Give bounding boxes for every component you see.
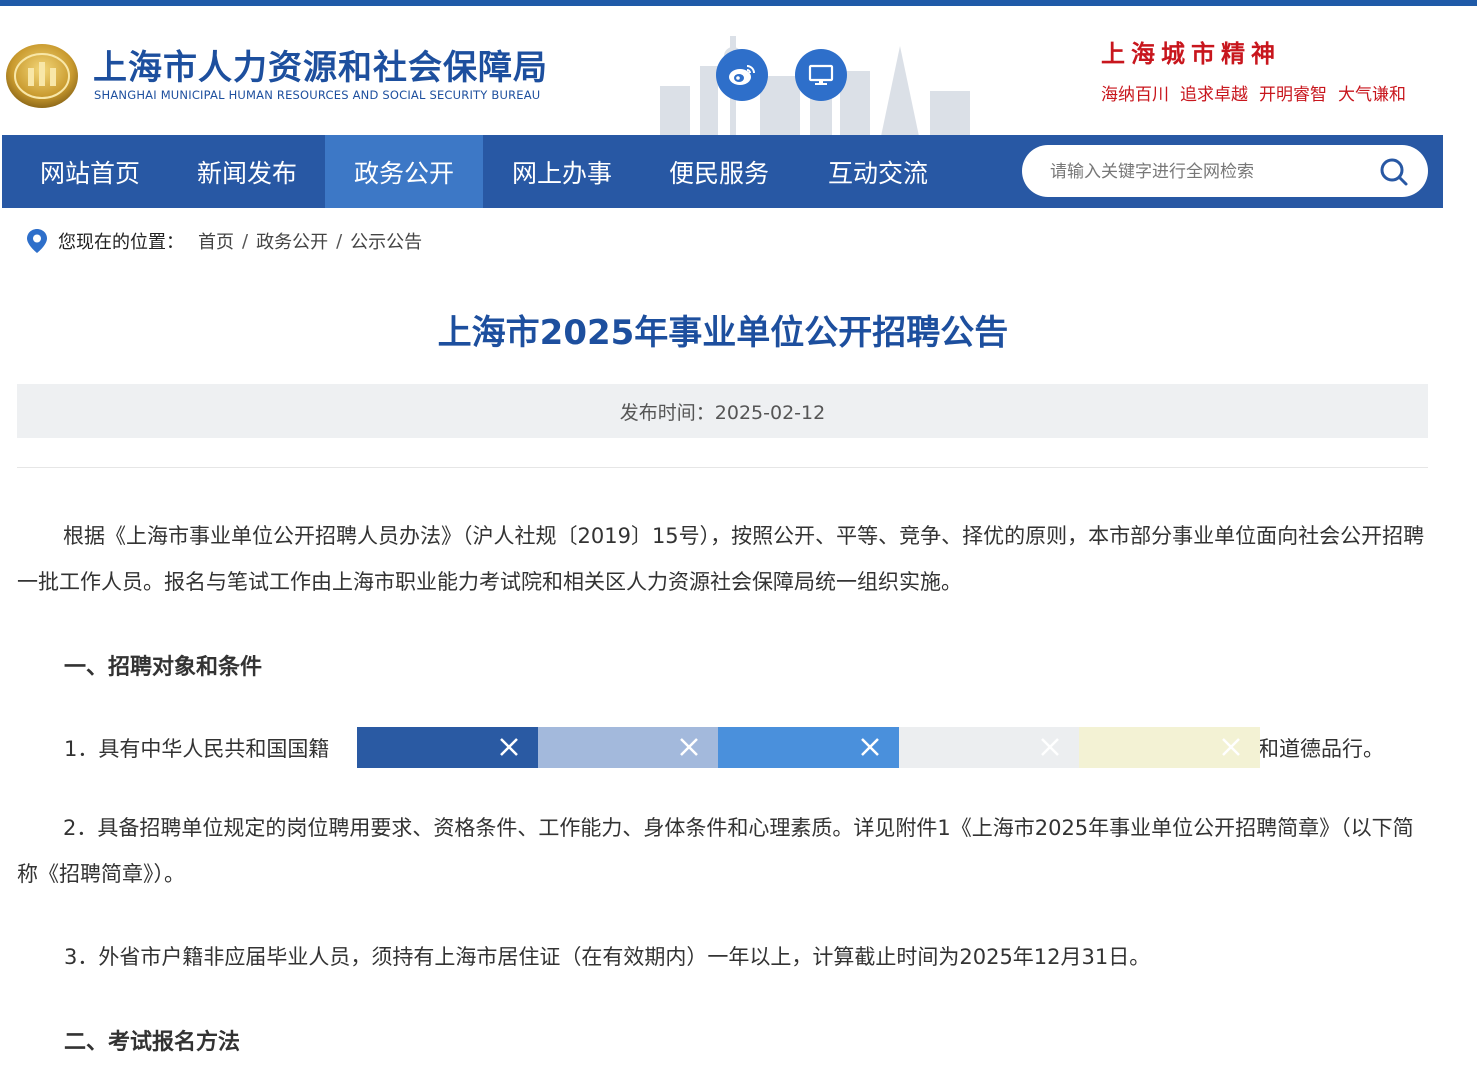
nav-item-gov-affairs[interactable]: 政务公开 [325,135,483,208]
color-swatch[interactable] [537,727,719,768]
condition-item-2: 2．具备招聘单位规定的岗位聘用要求、资格条件、工作能力、身体条件和心理素质。详见… [17,805,1429,897]
breadcrumb-label: 您现在的位置： [58,232,184,253]
city-spirit-title: 上海城市精神 [1101,39,1281,68]
color-swatch[interactable] [718,727,899,768]
monitor-icon [808,64,834,85]
color-swatch[interactable] [357,727,538,768]
search-icon[interactable] [1377,155,1411,189]
bureau-emblem-logo [6,44,78,108]
intro-paragraph: 根据《上海市事业单位公开招聘人员办法》（沪人社规〔2019〕15号），按照公开、… [17,513,1429,605]
spirit-word: 追求卓越 [1180,85,1248,105]
spirit-word: 大气谦和 [1338,85,1406,105]
nav-item-interaction[interactable]: 互动交流 [799,135,957,208]
site-header: 上海市人力资源和社会保障局 SHANGHAI MUNICIPAL HUMAN R… [0,6,1477,141]
condition-item-1-end: 和道德品行。 [1258,737,1384,761]
breadcrumb-announcements[interactable]: 公示公告 [350,228,422,254]
condition-item-3: 3．外省市户籍非应届毕业人员，须持有上海市居住证（在有效期内）一年以上，计算截止… [64,945,1151,969]
close-icon[interactable] [498,736,520,758]
close-icon[interactable] [1220,736,1242,758]
nav-item-online-service[interactable]: 网上办事 [483,135,641,208]
close-icon[interactable] [859,736,881,758]
org-name-en: SHANGHAI MUNICIPAL HUMAN RESOURCES AND S… [94,88,541,102]
nav-item-public-service[interactable]: 便民服务 [640,135,798,208]
search-input[interactable] [1048,156,1352,188]
breadcrumb-separator: / [242,230,249,252]
nav-item-news[interactable]: 新闻发布 [168,135,326,208]
spirit-word: 海纳百川 [1101,85,1169,105]
org-name-cn: 上海市人力资源和社会保障局 [93,48,548,88]
location-pin-icon [27,229,47,253]
spirit-word: 开明睿智 [1259,85,1327,105]
intro-text: 根据《上海市事业单位公开招聘人员办法》（沪人社规〔2019〕15号），按照公开、… [17,524,1425,594]
close-icon[interactable] [678,736,700,758]
color-swatch-strip [357,727,1260,768]
search-box [1022,145,1428,197]
divider [17,467,1428,468]
publish-time: 发布时间：2025-02-12 [619,401,826,424]
article-title: 上海市2025年事业单位公开招聘公告 [437,313,1009,353]
city-spirit-words: 海纳百川 追求卓越 开明睿智 大气谦和 [1101,80,1406,105]
article-meta-bar: 发布时间：2025-02-12 [17,384,1428,438]
condition-item-2-text: 2．具备招聘单位规定的岗位聘用要求、资格条件、工作能力、身体条件和心理素质。详见… [17,816,1414,886]
close-icon[interactable] [1039,736,1061,758]
breadcrumb-home[interactable]: 首页 [198,228,234,254]
color-swatch[interactable] [1079,727,1260,768]
breadcrumb-separator: / [336,230,343,252]
weibo-button[interactable] [716,49,768,101]
section-heading-2: 二、考试报名方法 [64,1030,241,1055]
weibo-icon [729,65,755,85]
condition-item-1-start: 1．具有中华人民共和国国籍 [64,737,330,761]
nav-item-home[interactable]: 网站首页 [11,135,169,208]
mobile-site-button[interactable] [795,49,847,101]
section-heading-1: 一、招聘对象和条件 [64,655,263,680]
main-nav: 网站首页 新闻发布 政务公开 网上办事 便民服务 互动交流 [2,135,1443,208]
color-swatch[interactable] [898,727,1080,768]
breadcrumb-gov-affairs[interactable]: 政务公开 [256,228,328,254]
breadcrumb: 您现在的位置： 首页 / 政务公开 / 公示公告 [26,226,422,256]
